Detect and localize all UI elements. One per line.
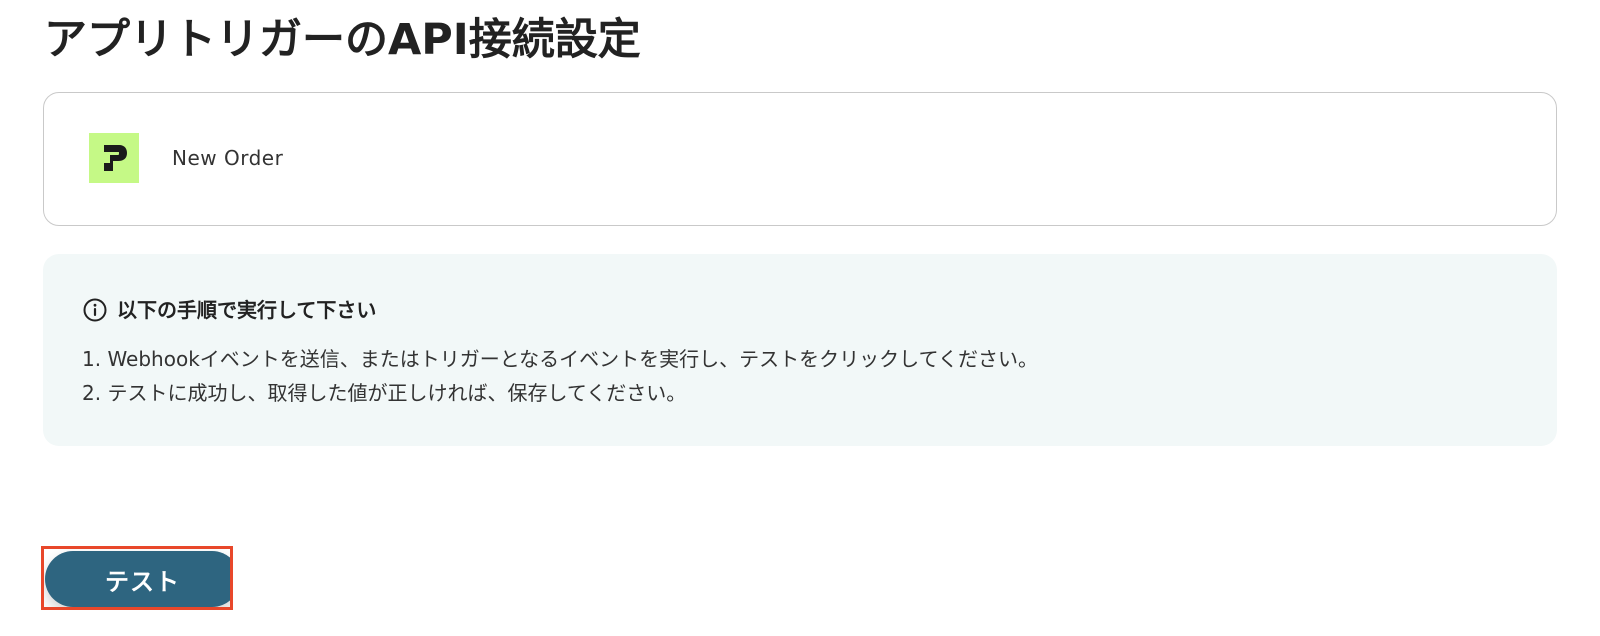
app-trigger-card: New Order <box>43 92 1557 226</box>
instructions-list: 1. Webhookイベントを送信、またはトリガーとなるイベントを実行し、テスト… <box>82 342 1038 410</box>
instructions-panel: 以下の手順で実行して下さい 1. Webhookイベントを送信、またはトリガーと… <box>43 254 1557 446</box>
instruction-step: 2. テストに成功し、取得した値が正しければ、保存してください。 <box>82 381 687 405</box>
instruction-step: 1. Webhookイベントを送信、またはトリガーとなるイベントを実行し、テスト… <box>82 347 1038 371</box>
trigger-event-name: New Order <box>172 146 284 170</box>
instructions-heading-text: 以下の手順で実行して下さい <box>117 298 377 322</box>
info-icon <box>83 298 107 322</box>
page-title: アプリトリガーのAPI接続設定 <box>44 15 641 65</box>
test-button[interactable]: テスト <box>45 551 230 607</box>
app-logo-icon <box>89 133 139 183</box>
instructions-heading: 以下の手順で実行して下さい <box>83 297 376 323</box>
test-button-highlight: テスト <box>41 546 233 610</box>
